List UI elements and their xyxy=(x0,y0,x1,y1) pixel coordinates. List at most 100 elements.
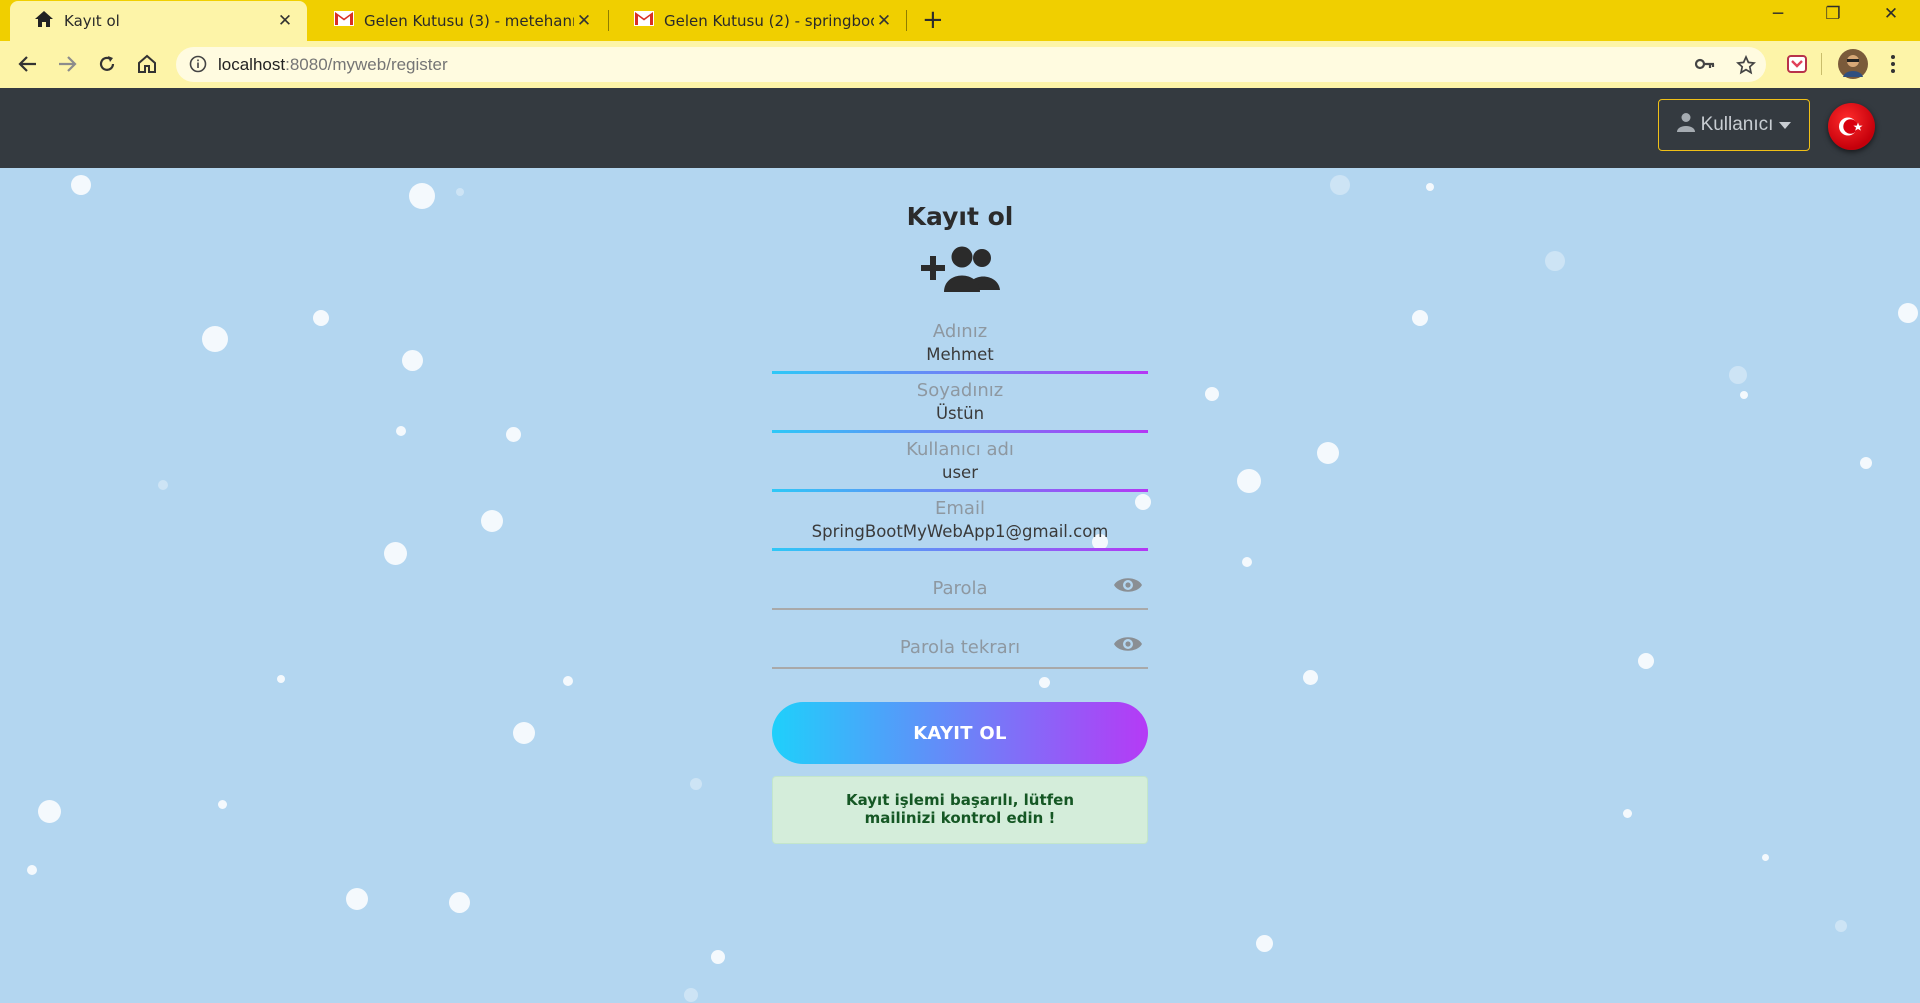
tab-gmail-1[interactable]: Gelen Kutusu (3) - metehanmeral ✕ xyxy=(310,0,606,41)
register-page: Kayıt ol Adınız Mehmet Soyadınız Üstün K… xyxy=(0,168,1920,1003)
snow-dot xyxy=(27,865,37,875)
close-tab-icon[interactable]: ✕ xyxy=(874,11,894,31)
field-underline xyxy=(772,371,1148,374)
field-underline xyxy=(772,667,1148,669)
register-button[interactable]: KAYIT OL xyxy=(772,702,1148,764)
tab-separator xyxy=(608,10,609,31)
browser-tab-strip: Kayıt ol ✕ Gelen Kutusu (3) - metehanmer… xyxy=(0,0,1920,41)
field-underline xyxy=(772,489,1148,492)
snow-dot xyxy=(38,800,61,823)
success-alert: Kayıt işlemi başarılı, lütfen mailinizi … xyxy=(772,776,1148,844)
snow-dot xyxy=(1317,442,1339,464)
email-value[interactable]: SpringBootMyWebApp1@gmail.com xyxy=(772,522,1148,541)
tab-register[interactable]: Kayıt ol ✕ xyxy=(10,1,307,41)
snow-dot xyxy=(1860,457,1872,469)
home-icon xyxy=(34,10,54,32)
snow-dot xyxy=(456,188,464,196)
snow-dot xyxy=(1762,854,1769,861)
snow-dot xyxy=(1835,920,1847,932)
last-name-label: Soyadınız xyxy=(916,380,1004,401)
eye-icon[interactable] xyxy=(1113,634,1143,658)
snow-dot xyxy=(1205,387,1219,401)
snow-dot xyxy=(1330,175,1350,195)
user-plus-icon xyxy=(920,246,1000,296)
password-repeat-placeholder: Parola tekrarı xyxy=(899,637,1021,658)
kebab-menu-icon[interactable] xyxy=(1880,51,1906,77)
username-value[interactable]: user xyxy=(772,463,1148,482)
snow-dot xyxy=(1426,183,1434,191)
profile-avatar[interactable] xyxy=(1838,49,1868,79)
turkey-flag-icon[interactable] xyxy=(1828,103,1875,150)
snow-dot xyxy=(1898,303,1918,323)
pocket-extension-icon[interactable] xyxy=(1784,51,1810,77)
gmail-icon xyxy=(334,11,354,30)
url-path: :8080/myweb/register xyxy=(285,55,448,74)
snow-dot xyxy=(1623,809,1632,818)
new-tab-icon[interactable]: + xyxy=(922,5,944,35)
snow-dot xyxy=(711,950,725,964)
first-name-label: Adınız xyxy=(932,321,988,342)
browser-toolbar: localhost:8080/myweb/register xyxy=(0,41,1920,88)
snow-dot xyxy=(506,427,521,442)
snow-dot xyxy=(409,183,435,209)
info-icon[interactable] xyxy=(189,55,207,77)
restore-icon[interactable]: ❐ xyxy=(1813,4,1853,24)
first-name-value[interactable]: Mehmet xyxy=(772,345,1148,364)
password-placeholder: Parola xyxy=(932,578,988,599)
snow-dot xyxy=(396,426,406,436)
user-icon xyxy=(1676,112,1695,138)
address-bar[interactable]: localhost:8080/myweb/register xyxy=(176,47,1766,82)
last-name-value[interactable]: Üstün xyxy=(772,404,1148,423)
snow-dot xyxy=(384,542,407,565)
snow-dot xyxy=(1242,557,1252,567)
close-tab-icon[interactable]: ✕ xyxy=(574,11,594,31)
tab-title: Kayıt ol xyxy=(64,12,120,30)
key-icon[interactable] xyxy=(1694,55,1716,77)
snow-dot xyxy=(1545,251,1565,271)
snow-dot xyxy=(513,722,535,744)
back-icon[interactable] xyxy=(15,51,41,77)
user-menu-button[interactable]: Kullanıcı xyxy=(1658,99,1810,151)
url-text: localhost:8080/myweb/register xyxy=(218,55,448,75)
snow-dot xyxy=(1740,391,1748,399)
tab-gmail-2[interactable]: Gelen Kutusu (2) - springbootmy ✕ xyxy=(610,0,906,41)
snow-dot xyxy=(71,175,91,195)
snow-dot xyxy=(1237,469,1261,493)
tab-title: Gelen Kutusu (3) - metehanmeral xyxy=(364,11,574,30)
username-label: Kullanıcı adı xyxy=(906,439,1014,460)
email-field[interactable]: Email SpringBootMyWebApp1@gmail.com xyxy=(772,493,1148,551)
first-name-field[interactable]: Adınız Mehmet xyxy=(772,316,1148,374)
caret-down-icon xyxy=(1779,114,1792,136)
snow-dot xyxy=(202,326,228,352)
snow-dot xyxy=(563,676,573,686)
bookmark-star-icon[interactable] xyxy=(1736,54,1756,79)
home-button-icon[interactable] xyxy=(134,51,160,77)
last-name-field[interactable]: Soyadınız Üstün xyxy=(772,375,1148,433)
forward-icon[interactable] xyxy=(54,51,80,77)
tab-separator xyxy=(906,10,907,31)
password-repeat-field[interactable]: Parola tekrarı xyxy=(772,611,1148,669)
snow-dot xyxy=(1039,677,1050,688)
snow-dot xyxy=(690,778,702,790)
snow-dot xyxy=(449,892,470,913)
field-underline xyxy=(772,548,1148,551)
eye-icon[interactable] xyxy=(1113,575,1143,599)
snow-dot xyxy=(158,480,168,490)
snow-dot xyxy=(1303,670,1318,685)
snow-dot xyxy=(1412,310,1428,326)
minimize-icon[interactable]: ─ xyxy=(1758,4,1798,24)
username-field[interactable]: Kullanıcı adı user xyxy=(772,434,1148,492)
snow-dot xyxy=(402,350,423,371)
reload-icon[interactable] xyxy=(94,51,120,77)
password-field[interactable]: Parola xyxy=(772,552,1148,610)
snow-dot xyxy=(684,988,698,1002)
snow-dot xyxy=(313,310,329,326)
snow-dot xyxy=(218,800,227,809)
snow-dot xyxy=(1729,366,1747,384)
gmail-icon xyxy=(634,11,654,30)
close-window-icon[interactable]: ✕ xyxy=(1871,4,1911,24)
close-tab-icon[interactable]: ✕ xyxy=(275,11,295,31)
field-underline xyxy=(772,430,1148,433)
snow-dot xyxy=(346,888,368,910)
snow-dot xyxy=(1638,653,1654,669)
